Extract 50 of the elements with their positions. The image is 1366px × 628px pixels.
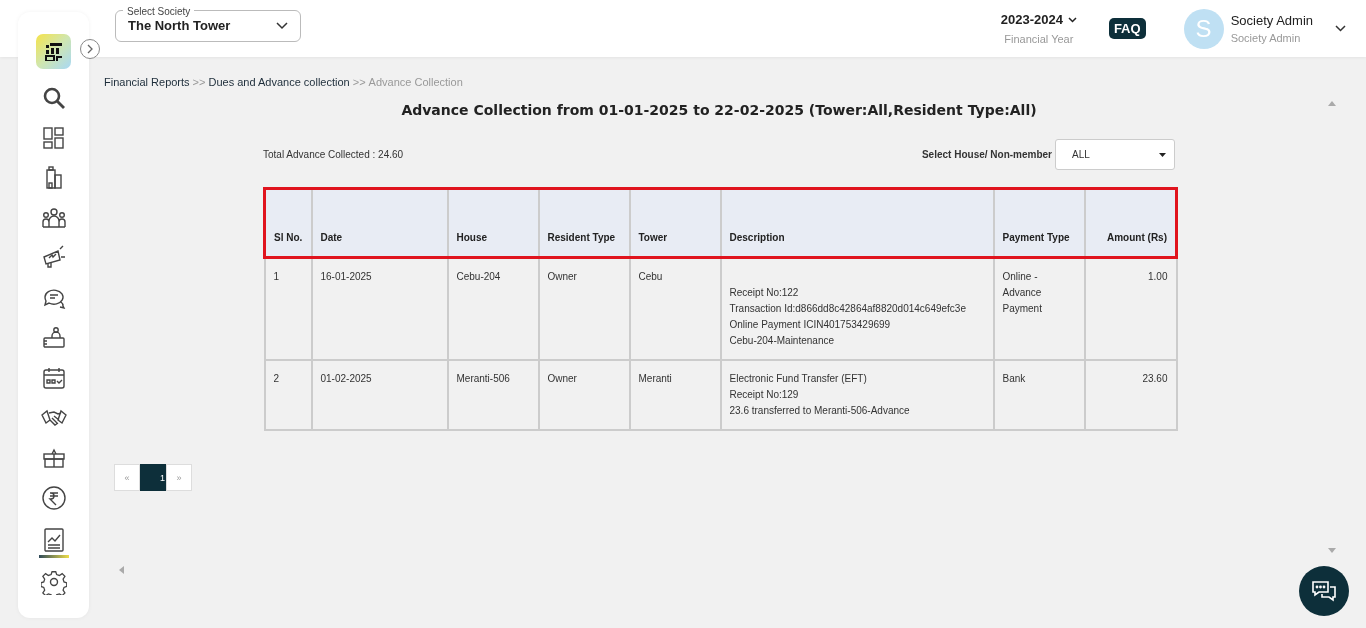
table-cell: 1.00 — [1084, 257, 1177, 360]
chevron-right-icon — [85, 44, 95, 54]
breadcrumb-separator: >> — [352, 76, 366, 88]
table-cell: 1 — [264, 257, 312, 360]
user-role: Society Admin — [1230, 32, 1302, 44]
table-cell: Meranti — [629, 360, 721, 430]
column-header: Amount (Rs) — [1084, 188, 1177, 258]
select-label: Select Society — [123, 5, 195, 17]
column-header: House — [447, 188, 539, 258]
chevron-down-icon[interactable] — [1335, 25, 1346, 32]
table-cell: Cebu — [629, 257, 721, 360]
chevron-down-icon — [276, 21, 288, 30]
column-header: Description — [720, 188, 994, 258]
report-title: Advance Collection from 01-01-2025 to 22-02-2025 (Tower:All,Resident Type:All) — [400, 102, 1038, 118]
table-cell: 16-01-2025 — [311, 257, 448, 360]
page-button[interactable]: 1 — [140, 464, 166, 491]
filter-label: Select House/ Non-member — [921, 149, 1052, 160]
table-cell: Owner — [538, 360, 630, 430]
user-name: Society Admin — [1230, 13, 1313, 28]
financial-year-value[interactable]: 2023-2024 — [1000, 12, 1063, 27]
chevron-down-icon[interactable] — [1067, 16, 1077, 23]
financial-year-caption: Financial Year — [1004, 33, 1074, 45]
faq-button[interactable]: FAQ — [1108, 18, 1146, 39]
table-cell: Online - Advance Payment — [993, 257, 1085, 360]
table-cell: 01-02-2025 — [311, 360, 448, 430]
total-collected: Total Advance Collected : 24.60 — [263, 149, 405, 160]
breadcrumb-link[interactable]: Financial Reports — [104, 76, 190, 88]
dropdown-arrow-icon — [1159, 152, 1166, 157]
table-cell: Meranti-506 — [447, 360, 539, 430]
chat-icon — [1311, 579, 1337, 603]
column-header: Payment Type — [993, 188, 1085, 258]
logo-icon — [36, 34, 71, 69]
select-value: The North Tower — [128, 18, 231, 33]
settings-icon[interactable] — [38, 568, 69, 598]
column-header: Resident Type — [538, 188, 630, 258]
column-header: Sl No. — [264, 188, 312, 258]
breadcrumb-current: Advance Collection — [368, 76, 463, 88]
column-header: Tower — [629, 188, 721, 258]
breadcrumb-separator: >> — [192, 76, 206, 88]
table-cell: Owner — [538, 257, 630, 360]
table-cell: Bank — [993, 360, 1085, 430]
table-cell: Receipt No:122 Transaction Id:d866dd8c42864af8820d014c649efc3e Online Payment ICIN401753429699 Cebu-204-Maintenance — [720, 257, 994, 360]
table-cell: 2 — [264, 360, 312, 430]
breadcrumb-link[interactable]: Dues and Advance collection — [208, 76, 350, 88]
chat-support-button[interactable] — [1299, 566, 1349, 616]
column-header: Date — [311, 188, 448, 258]
table-cell: Cebu-204 — [447, 257, 539, 360]
table-cell: Electronic Fund Transfer (EFT) Receipt No:129 23.6 transferred to Meranti-506-Advance — [720, 360, 994, 430]
table-cell: 23.60 — [1084, 360, 1177, 430]
house-select[interactable]: ALL — [1055, 139, 1175, 170]
